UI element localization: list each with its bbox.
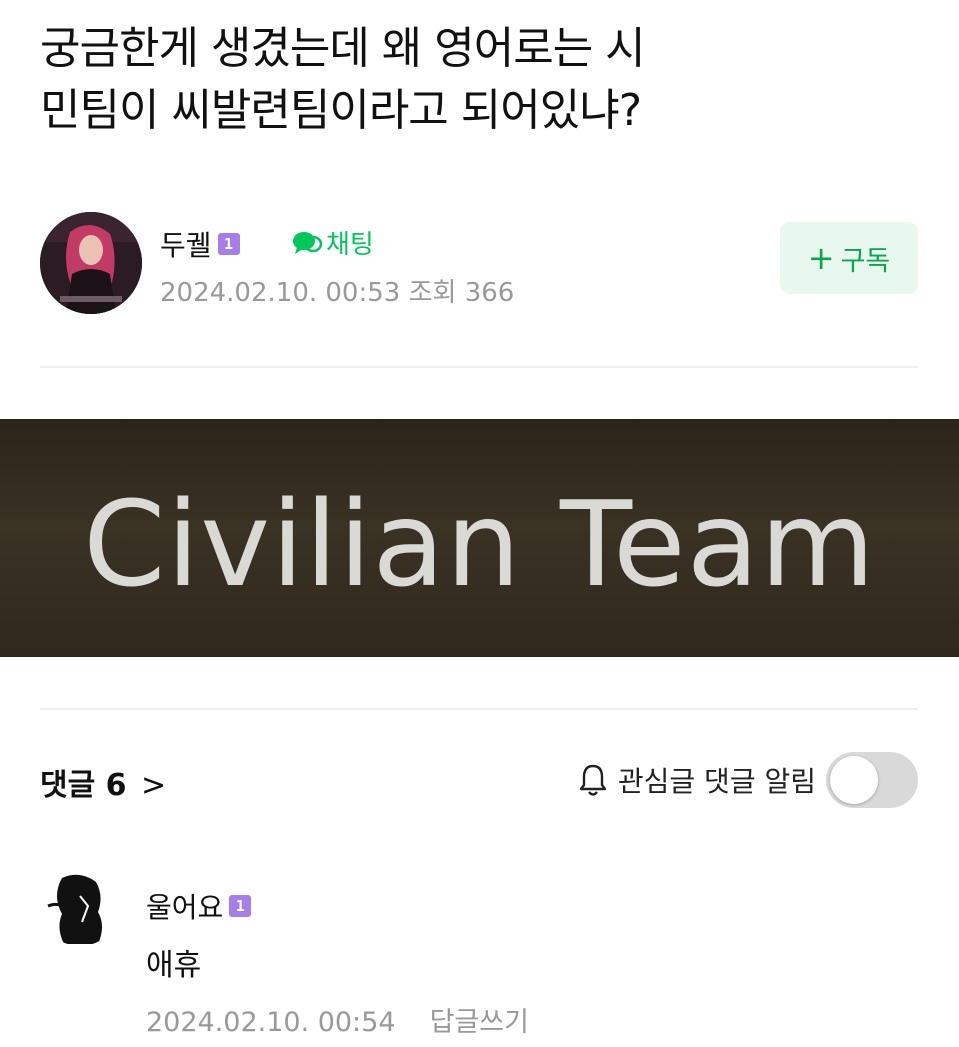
chevron-right-icon: > — [140, 768, 167, 803]
post-title-line2: 민팀이 씨발련팀이라고 되어있냐? — [40, 85, 642, 136]
content-divider — [40, 708, 918, 710]
reply-button[interactable]: 답글쓰기 — [430, 1007, 529, 1038]
notify-label: 관심글 댓글 알림 — [617, 765, 816, 798]
plus-icon: + — [807, 239, 835, 277]
comment-count-link[interactable]: 댓글 6 > — [40, 760, 166, 804]
commenter-name[interactable]: 울어요 1 — [146, 886, 252, 926]
comment-text: 애휴 — [146, 948, 202, 983]
commenter-avatar[interactable] — [40, 866, 120, 946]
comments-header: 댓글 6 > 관심글 댓글 알림 — [40, 752, 918, 810]
comment-meta: 2024.02.10. 00:54 답글쓰기 — [146, 1000, 529, 1039]
subscribe-button[interactable]: + 구독 — [780, 222, 918, 294]
comments-count: 6 — [105, 768, 127, 803]
post-title-line1: 궁금한게 생겼는데 왜 영어로는 시 — [40, 23, 646, 74]
level-badge: 1 — [217, 233, 240, 255]
commenter-name-text: 울어요 — [146, 891, 224, 924]
post-page: 궁금한게 생겼는데 왜 영어로는 시 민팀이 씨발련팀이라고 되어있냐? 두궬 1 — [0, 0, 959, 1047]
chat-link[interactable]: 채팅 — [292, 224, 374, 261]
author-divider — [40, 366, 918, 368]
post-title: 궁금한게 생겼는데 왜 영어로는 시 민팀이 씨발련팀이라고 되어있냐? — [40, 18, 920, 142]
comment-item: 울어요 1 애휴 2024.02.10. 00:54 답글쓰기 — [40, 864, 918, 1044]
author-avatar[interactable] — [40, 212, 142, 314]
level-badge: 1 — [229, 895, 252, 917]
banner-text: Civilian Team — [83, 475, 876, 613]
author-name[interactable]: 두궬 1 — [160, 224, 240, 264]
author-name-text: 두궬 — [160, 229, 212, 262]
author-row: 두궬 1 채팅 2024.02.10. 00:53 조회 366 + 구독 — [40, 212, 918, 316]
chat-bubble-icon — [292, 230, 323, 256]
comment-date: 2024.02.10. 00:54 — [146, 1007, 396, 1038]
comment-notify: 관심글 댓글 알림 — [578, 752, 918, 808]
subscribe-label: 구독 — [840, 245, 891, 277]
notify-toggle[interactable] — [826, 752, 918, 808]
bell-icon — [578, 762, 608, 798]
post-image-banner[interactable]: Civilian Team — [0, 419, 959, 657]
comments-label: 댓글 — [40, 768, 96, 803]
post-meta: 2024.02.10. 00:53 조회 366 — [160, 272, 514, 309]
post-views: 조회 366 — [408, 278, 515, 308]
chat-label: 채팅 — [326, 230, 374, 260]
post-date: 2024.02.10. 00:53 — [160, 278, 401, 308]
toggle-knob — [830, 756, 878, 804]
